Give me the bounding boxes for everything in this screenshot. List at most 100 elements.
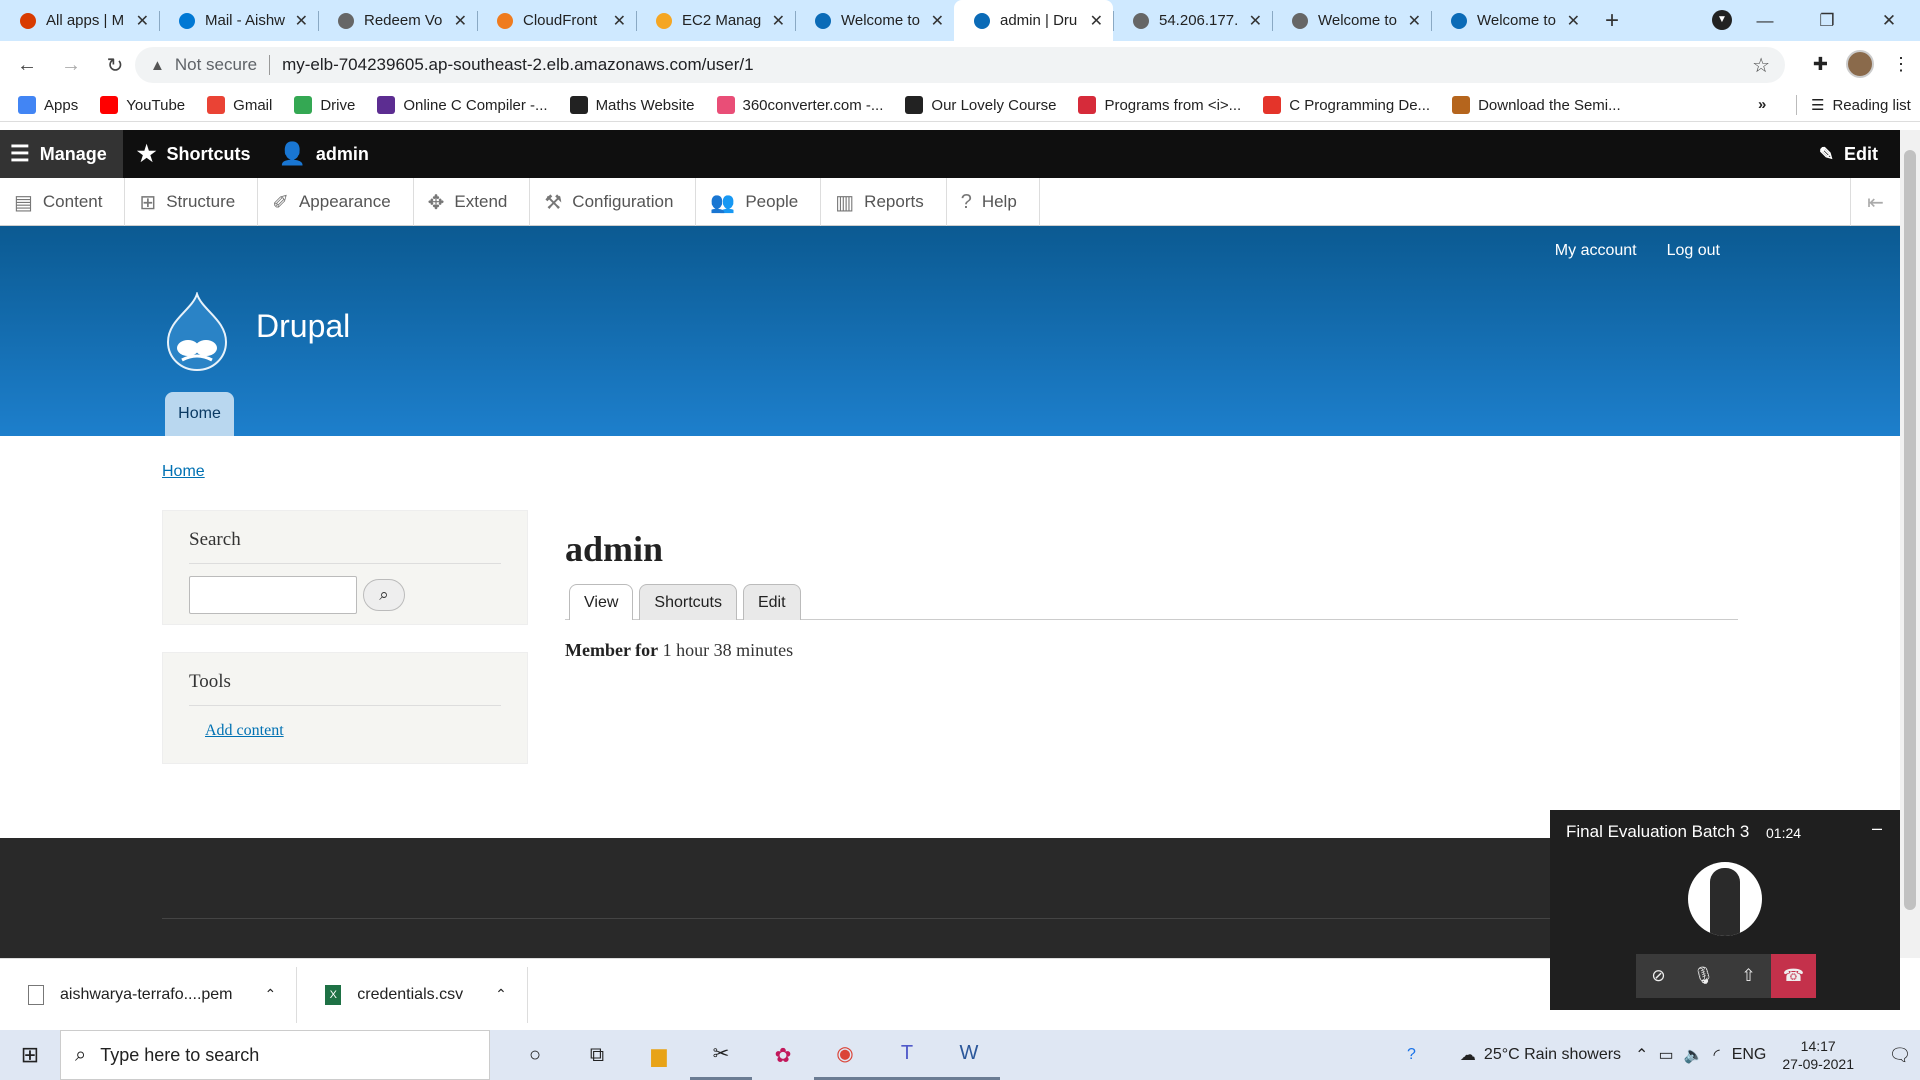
browser-tab[interactable]: admin | Dru ✕ [954,0,1113,41]
teams-icon[interactable]: T [876,1030,938,1080]
call-minimize-icon[interactable]: – [1872,818,1882,839]
extensions-icon[interactable]: ✚ [1813,54,1828,75]
teams-call-window[interactable]: Final Evaluation Batch 3 01:24 – ⊘ 🎙 ⇧ ☎ [1550,810,1900,1010]
collapse-toolbar-icon[interactable]: ⇤ [1850,178,1900,226]
new-tab-button[interactable]: + [1590,0,1634,41]
tab-close-icon[interactable]: ✕ [454,11,467,31]
add-content-link[interactable]: Add content [205,722,501,740]
menu-help[interactable]: ? Help [947,178,1040,226]
reading-list[interactable]: ☰ Reading list [1796,95,1911,115]
bookmark-item[interactable]: C Programming De... [1263,96,1430,114]
menu-appearance[interactable]: ✐ Appearance [258,178,414,226]
browser-tab[interactable]: All apps | M ✕ [0,0,159,41]
windows-start-icon[interactable]: ⊞ [0,1042,60,1068]
forward-icon[interactable]: → [54,54,88,77]
menu-configuration[interactable]: ⚒ Configuration [530,178,697,226]
user-toggle[interactable]: 👤 admin [265,130,383,178]
word-icon[interactable]: W [938,1030,1000,1080]
warning-icon[interactable]: ▲ [150,57,165,74]
download-item[interactable]: aishwarya-terrafo....pem ⌃ [0,966,298,1023]
reload-icon[interactable]: ↻ [98,53,132,78]
tab-close-icon[interactable]: ✕ [613,11,626,31]
tab-close-icon[interactable]: ✕ [1249,11,1262,31]
hang-up-icon[interactable]: ☎ [1771,954,1816,998]
restore-icon[interactable]: ❐ [1796,11,1858,31]
minimize-icon[interactable]: — [1734,11,1796,31]
site-name[interactable]: Drupal [256,308,350,345]
tab-close-icon[interactable]: ✕ [295,11,308,31]
drupal-logo-icon[interactable] [162,292,232,372]
browser-tab[interactable]: Welcome to ✕ [1431,0,1590,41]
bookmark-star-icon[interactable]: ☆ [1752,53,1770,78]
tab-close-icon[interactable]: ✕ [136,11,149,31]
bookmarks-overflow-icon[interactable]: » [1758,96,1766,113]
notification-icon[interactable]: 🗨 [1880,1045,1920,1066]
main-nav-home[interactable]: Home [165,392,234,436]
bookmark-item[interactable]: Online C Compiler -... [377,96,548,114]
tab-shortcuts[interactable]: Shortcuts [639,584,737,620]
menu-extend[interactable]: ✥ Extend [414,178,531,226]
bookmark-item[interactable]: Download the Semi... [1452,96,1621,114]
shortcuts-toggle[interactable]: ★ Shortcuts [123,130,265,178]
page-scrollbar[interactable] [1900,130,1920,958]
share-screen-icon[interactable]: ⇧ [1726,954,1771,998]
close-window-icon[interactable]: ✕ [1858,11,1920,31]
breadcrumb-home[interactable]: Home [162,463,205,481]
wifi-icon[interactable]: ◜ [1714,1045,1720,1065]
bookmark-item[interactable]: Gmail [207,96,272,114]
scrollbar-thumb[interactable] [1904,150,1916,910]
help-tray-icon[interactable]: ? [1407,1046,1416,1064]
browser-tab[interactable]: Mail - Aishw ✕ [159,0,318,41]
bookmark-item[interactable]: Apps [18,96,78,114]
tab-close-icon[interactable]: ✕ [1408,11,1421,31]
snipping-tool-icon[interactable]: ✂ [690,1030,752,1080]
log-out-link[interactable]: Log out [1667,242,1720,260]
language-indicator[interactable]: ENG [1732,1046,1767,1064]
menu-people[interactable]: 👥 People [696,178,822,226]
tab-search-icon[interactable]: ▼ [1712,10,1732,30]
tab-view[interactable]: View [569,584,634,620]
download-item[interactable]: X credentials.csv ⌃ [297,966,528,1023]
search-input[interactable] [189,576,357,614]
tab-edit[interactable]: Edit [742,584,801,620]
cortana-icon[interactable]: ○ [504,1030,566,1080]
menu-reports[interactable]: ▥ Reports [821,178,947,226]
back-icon[interactable]: ← [10,54,44,77]
browser-tab[interactable]: Redeem Vo ✕ [318,0,477,41]
chevron-up-icon[interactable]: ⌃ [495,986,507,1003]
tab-close-icon[interactable]: ✕ [1567,11,1580,31]
tab-close-icon[interactable]: ✕ [772,11,785,31]
taskbar-search[interactable]: ⌕ Type here to search [60,1030,490,1080]
browser-tab[interactable]: Welcome to ✕ [795,0,954,41]
menu-content[interactable]: ▤ Content [0,178,126,226]
mic-off-icon[interactable]: 🎙 [1681,954,1726,998]
url-text[interactable]: my-elb-704239605.ap-southeast-2.elb.amaz… [282,55,754,75]
bookmark-item[interactable]: YouTube [100,96,185,114]
browser-tab[interactable]: CloudFront ✕ [477,0,636,41]
volume-icon[interactable]: 🔈 [1684,1045,1704,1065]
bookmark-item[interactable]: 360converter.com -... [716,96,883,114]
paint-icon[interactable]: ✿ [752,1030,814,1080]
edit-toggle[interactable]: ✎ Edit [1819,130,1878,178]
bookmark-item[interactable]: Drive [294,96,355,114]
bookmark-item[interactable]: Programs from <i>... [1078,96,1241,114]
bookmark-item[interactable]: Maths Website [569,96,695,114]
file-explorer-icon[interactable]: ▆ [628,1030,690,1080]
tab-close-icon[interactable]: ✕ [931,11,944,31]
security-label[interactable]: Not secure [175,55,257,75]
my-account-link[interactable]: My account [1555,242,1637,260]
menu-kebab-icon[interactable]: ⋮ [1892,54,1910,75]
battery-icon[interactable]: ▭ [1658,1045,1673,1065]
browser-tab[interactable]: 54.206.177. ✕ [1113,0,1272,41]
weather-text[interactable]: 25°C Rain showers [1484,1046,1621,1064]
menu-structure[interactable]: ⊞ Structure [125,178,259,226]
bookmark-item[interactable]: Our Lovely Course [905,96,1056,114]
search-icon[interactable]: ⌕ [363,579,405,611]
tab-close-icon[interactable]: ✕ [1090,11,1103,31]
chevron-up-icon[interactable]: ⌃ [265,986,277,1003]
task-view-icon[interactable]: ⧉ [566,1030,628,1080]
weather-icon[interactable]: ☁ [1460,1045,1476,1065]
profile-avatar[interactable] [1846,50,1874,78]
manage-toggle[interactable]: ☰ Manage [0,130,123,178]
clock[interactable]: 14:17 27-09-2021 [1782,1037,1854,1073]
